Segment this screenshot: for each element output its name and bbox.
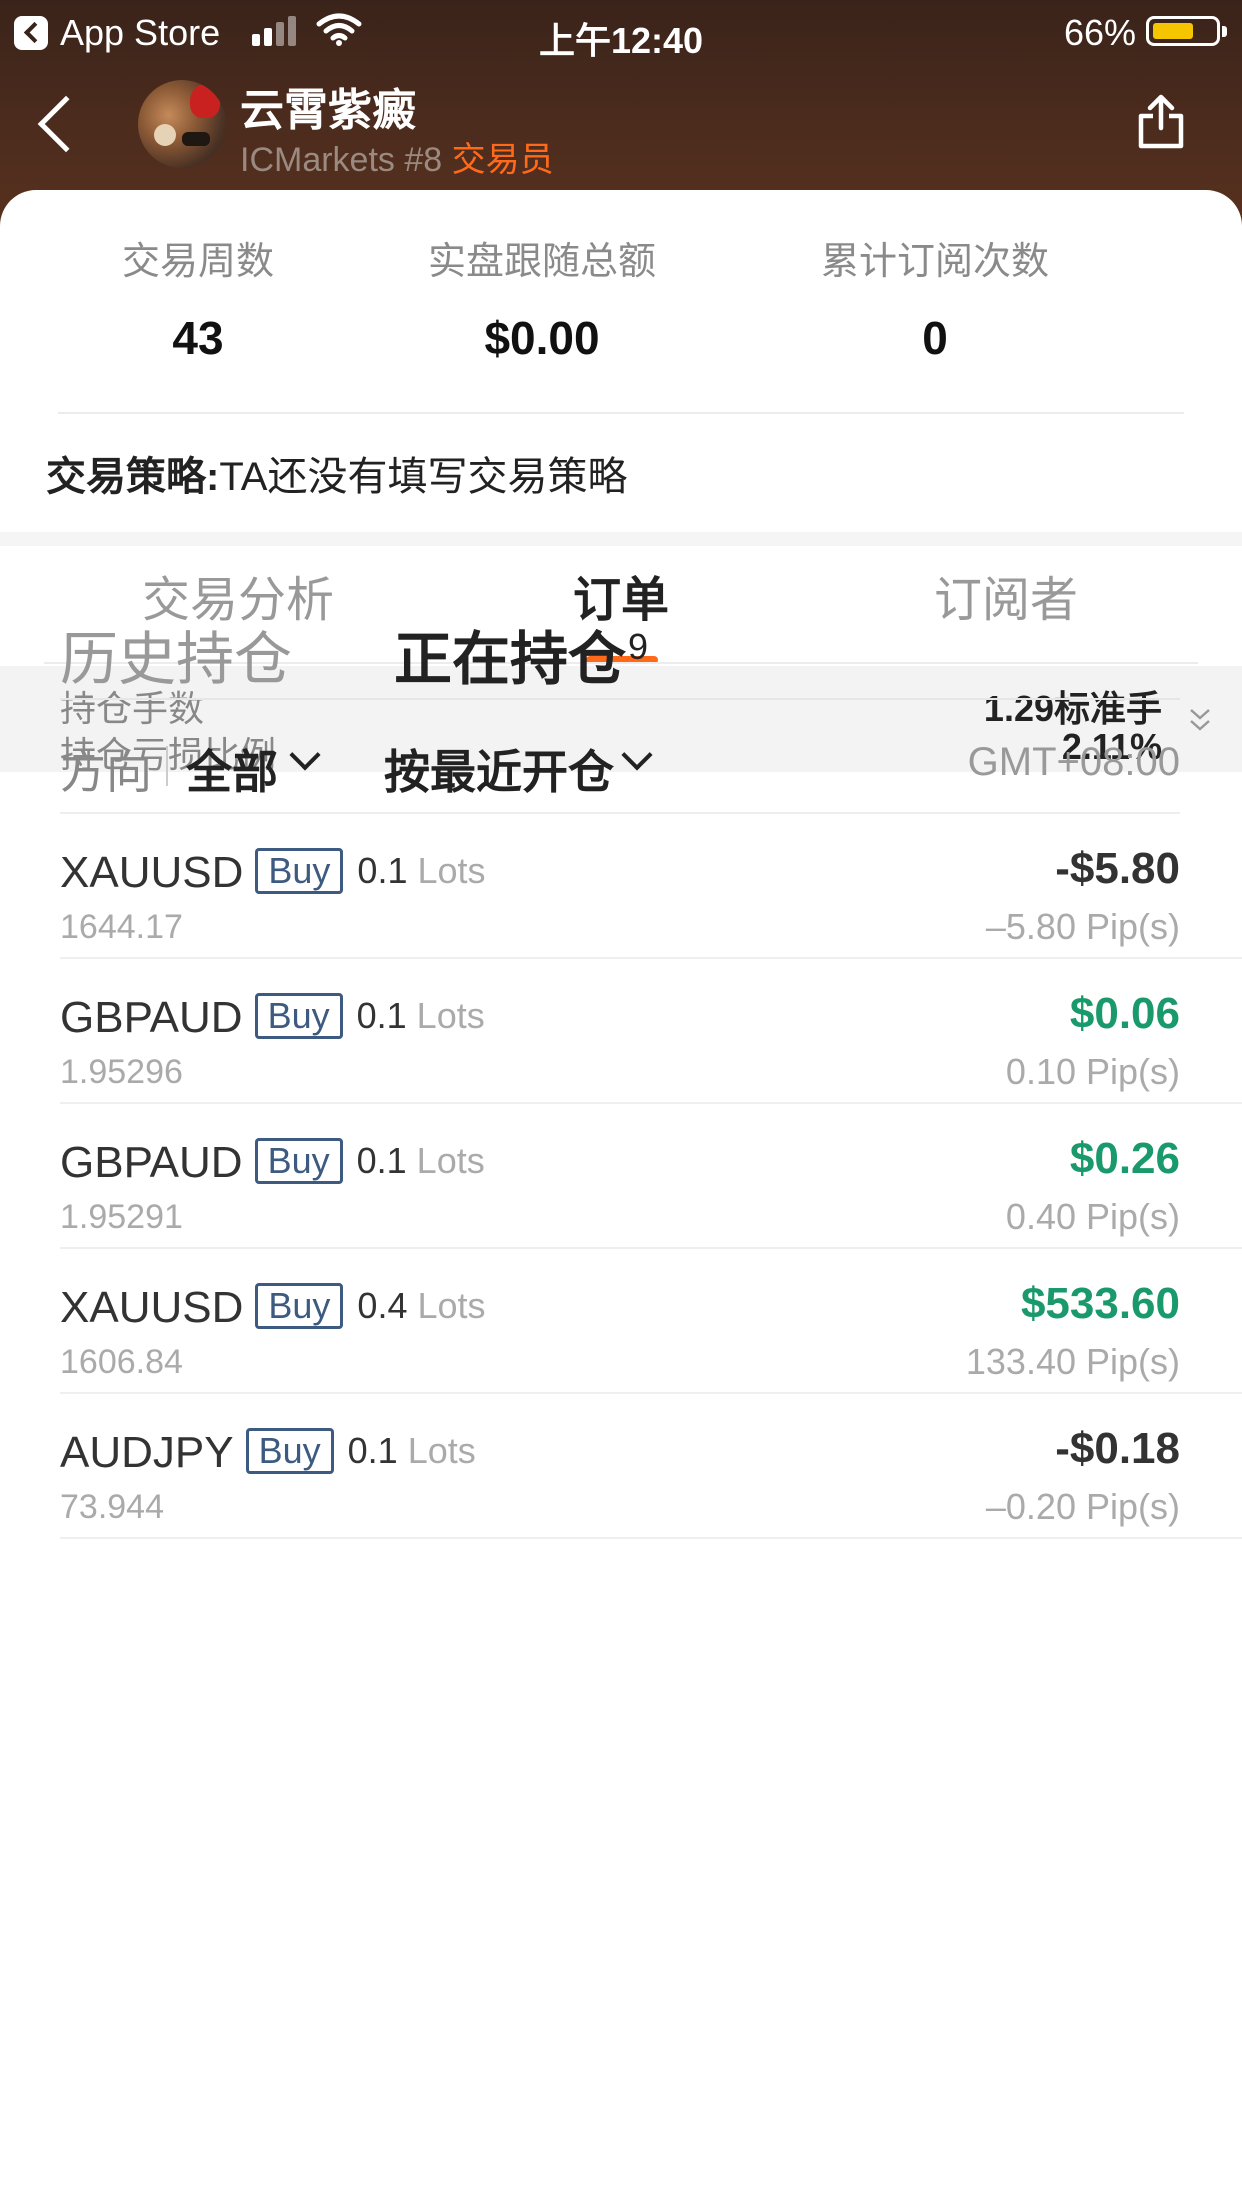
position-row[interactable]: AUDJPY Buy 0.1 Lots 73.944 -$0.18 –0.20 Pi…: [0, 1394, 1242, 1539]
lots: 0.1: [347, 1430, 398, 1471]
positions-list: XAUUSD Buy 0.1 Lots 1644.17 -$5.80 –5.80 P…: [0, 814, 1242, 1539]
strategy-text: TA还没有填写交易策略: [219, 455, 628, 499]
stats-row: 交易周数 43 实盘跟随总额 $0.00 累计订阅次数 0: [0, 230, 1242, 380]
role-tag: 交易员: [451, 141, 554, 179]
profit-loss: $0.06: [1069, 989, 1180, 1038]
side-badge: Buy: [245, 1428, 334, 1474]
sort-dropdown[interactable]: 按最近开仓: [384, 736, 614, 802]
lots-unit: Lots: [417, 850, 486, 891]
position-row[interactable]: XAUUSD Buy 0.4 Lots 1606.84 $533.60 133.40…: [0, 1249, 1242, 1394]
avatar[interactable]: [138, 80, 226, 168]
stat-label: 实盘跟随总额: [427, 241, 656, 283]
trader-subtitle: ICMarkets #8 交易员: [240, 132, 554, 181]
side-badge: Buy: [254, 1138, 343, 1184]
position-tabs: 历史持仓 正在持仓 9: [0, 612, 1242, 702]
lots-unit: Lots: [416, 1140, 485, 1181]
lots: 0.1: [357, 850, 408, 891]
chevron-down-icon[interactable]: [289, 739, 321, 771]
pips: 0.40 Pip(s): [1005, 1196, 1180, 1237]
pips: –0.20 Pip(s): [985, 1486, 1180, 1527]
strategy-label: 交易策略:: [46, 455, 220, 499]
lots-unit: Lots: [407, 1430, 476, 1471]
open-price: 73.944: [60, 1488, 164, 1526]
status-bar: App Store 上午12:40 66%: [0, 0, 1242, 62]
symbol: GBPAUD: [60, 993, 243, 1042]
open-positions-count: 9: [628, 626, 649, 667]
stat-follow-amount: 实盘跟随总额 $0.00: [412, 230, 672, 365]
profit-loss: $533.60: [1020, 1279, 1180, 1328]
position-row[interactable]: GBPAUD Buy 0.1 Lots 1.95291 $0.26 0.40 Pip…: [0, 1104, 1242, 1249]
double-chevron-down-icon[interactable]: [1188, 706, 1212, 734]
side-badge: Buy: [255, 848, 344, 894]
profit-loss: -$5.80: [1055, 844, 1180, 893]
side-badge: Buy: [254, 993, 343, 1039]
broker-rank: ICMarkets #8: [240, 141, 443, 179]
open-price: 1.95296: [60, 1053, 183, 1091]
stat-subscriptions: 累计订阅次数 0: [800, 230, 1070, 365]
trading-strategy: 交易策略:TA还没有填写交易策略: [46, 444, 627, 502]
position-row[interactable]: XAUUSD Buy 0.1 Lots 1644.17 -$5.80 –5.80 P…: [0, 814, 1242, 959]
section-gap: [0, 532, 1242, 546]
divider: [58, 412, 1184, 414]
tab-open-positions[interactable]: 正在持仓: [394, 612, 626, 696]
side-badge: Buy: [255, 1283, 344, 1329]
open-price: 1606.84: [60, 1343, 183, 1381]
lots: 0.4: [357, 1285, 408, 1326]
profit-loss: $0.26: [1069, 1134, 1180, 1183]
lots: 0.1: [356, 1140, 407, 1181]
direction-label: 方向: [60, 746, 152, 798]
tab-history-positions[interactable]: 历史持仓: [60, 612, 292, 696]
lots-unit: Lots: [416, 995, 485, 1036]
pips: 133.40 Pip(s): [965, 1341, 1180, 1382]
back-icon[interactable]: [37, 95, 95, 153]
clock: 上午12:40: [538, 20, 704, 61]
symbol: GBPAUD: [60, 1138, 243, 1187]
stat-label: 累计订阅次数: [820, 241, 1049, 283]
filter-bar: 方向 全部 按最近开仓 GMT+08:00: [0, 736, 1242, 806]
open-price: 1644.17: [60, 908, 183, 946]
lots-unit: Lots: [417, 1285, 486, 1326]
share-icon[interactable]: [1136, 94, 1186, 150]
position-row[interactable]: GBPAUD Buy 0.1 Lots 1.95296 $0.06 0.10 Pip…: [0, 959, 1242, 1104]
stat-weeks: 交易周数 43: [98, 230, 298, 365]
chevron-down-icon[interactable]: [621, 739, 653, 771]
divider: [60, 698, 1180, 700]
trader-name: 云霄紫癜: [240, 86, 416, 135]
pips: 0.10 Pip(s): [1005, 1051, 1180, 1092]
symbol: XAUUSD: [60, 1283, 244, 1332]
battery-icon: [1146, 16, 1227, 46]
stat-value: $0.00: [484, 312, 600, 364]
battery-percent: 66%: [1063, 12, 1136, 53]
separator: [166, 746, 168, 786]
open-price: 1.95291: [60, 1198, 183, 1236]
profit-loss: -$0.18: [1055, 1424, 1180, 1473]
symbol: AUDJPY: [60, 1428, 234, 1477]
stat-label: 交易周数: [121, 241, 274, 283]
lots: 0.1: [356, 995, 407, 1036]
stat-value: 43: [172, 312, 224, 364]
timezone-label: GMT+08:00: [967, 740, 1180, 784]
pips: –5.80 Pip(s): [985, 906, 1180, 947]
direction-dropdown[interactable]: 全部: [186, 736, 278, 802]
stat-value: 0: [922, 312, 948, 364]
symbol: XAUUSD: [60, 848, 244, 897]
